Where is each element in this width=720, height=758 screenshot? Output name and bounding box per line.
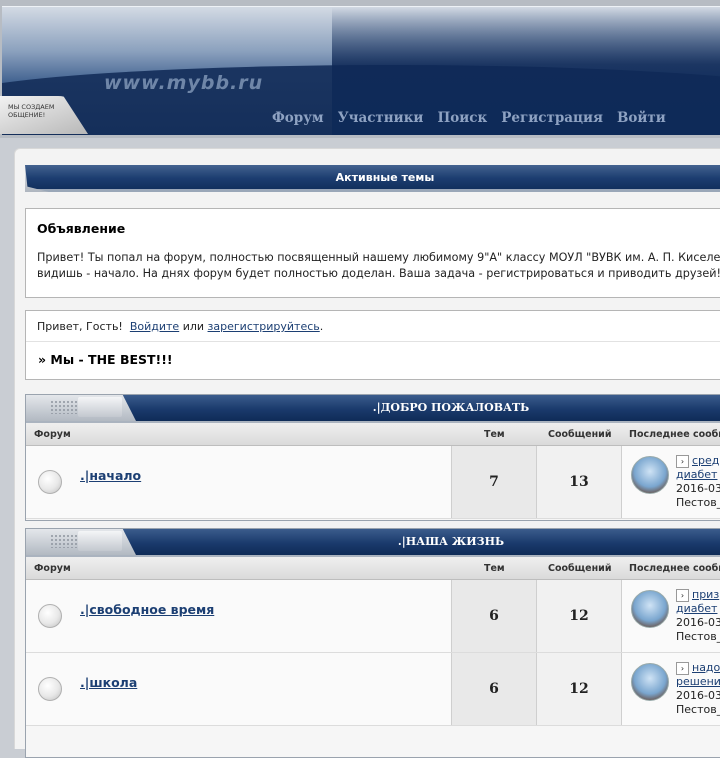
last-post-link-cont[interactable]: диабет (676, 602, 717, 615)
forum-status-icon (38, 677, 62, 701)
last-post: › сред диабет 2016-03 Пестов_ (676, 454, 720, 510)
last-post-link[interactable]: надо (692, 661, 720, 674)
bar-corner (25, 165, 49, 192)
avatar[interactable] (631, 456, 669, 494)
forum-row[interactable]: .|свободное время 6 12 › приз диабет 2016… (26, 580, 720, 653)
post-count: 12 (569, 608, 589, 624)
go-to-post-icon[interactable]: › (676, 661, 689, 675)
announcement-box: Объявление Привет! Ты попал на форум, по… (25, 208, 720, 298)
site-header: www.mybb.ru МЫ СОЗДАЕМ ОБЩЕНИЕ! Форум Уч… (0, 0, 720, 138)
col-last: Последнее сообщ (629, 429, 720, 440)
post-count: 13 (569, 474, 589, 490)
divider (621, 446, 622, 518)
greeting-suffix: . (319, 320, 324, 333)
forum-row[interactable]: .|начало 7 13 › сред диабет 2016-03 Песто… (26, 446, 720, 519)
topic-count: 7 (489, 474, 499, 490)
announcement-title: Объявление (37, 221, 126, 236)
col-last: Последнее сообщ (629, 563, 720, 574)
category-title[interactable]: .|ДОБРО ПОЖАЛОВАТЬ (26, 395, 720, 421)
motto: » Мы - THE BEST!!! (38, 352, 173, 367)
category-our-life: .|НАША ЖИЗНЬ Форум Тем Сообщений Последн… (25, 528, 720, 758)
login-link[interactable]: Войдите (130, 320, 179, 333)
avatar[interactable] (631, 590, 669, 628)
last-post-author[interactable]: Пестов_ (676, 496, 720, 510)
category-header: .|ДОБРО ПОЖАЛОВАТЬ (26, 395, 720, 423)
forum-link[interactable]: .|начало (80, 468, 141, 483)
col-posts: Сообщений (548, 429, 612, 440)
col-forum: Форум (34, 429, 71, 440)
active-topics-bar[interactable]: Активные темы (25, 165, 720, 192)
site-logo[interactable]: www.mybb.ru (104, 72, 263, 94)
active-topics-title[interactable]: Активные темы (336, 171, 435, 184)
greeting-line: Привет, Гость! Войдите или зарегистрируй… (26, 311, 720, 333)
avatar[interactable] (631, 663, 669, 701)
forum-link[interactable]: .|свободное время (80, 602, 214, 617)
nav-register[interactable]: Регистрация (501, 110, 603, 126)
nav-users[interactable]: Участники (338, 110, 424, 126)
forum-status-icon (38, 470, 62, 494)
col-forum: Форум (34, 563, 71, 574)
topic-count: 6 (489, 681, 499, 697)
category-welcome: .|ДОБРО ПОЖАЛОВАТЬ Форум Тем Сообщений П… (25, 394, 720, 521)
announcement-line-1: Привет! Ты попал на форум, полностью пос… (37, 251, 720, 264)
last-post-date: 2016-03 (676, 689, 720, 702)
last-post-link-cont[interactable]: диабет (676, 468, 717, 481)
register-link[interactable]: зарегистрируйтесь (208, 320, 320, 333)
greeting-box: Привет, Гость! Войдите или зарегистрируй… (25, 310, 720, 380)
go-to-post-icon[interactable]: › (676, 454, 689, 468)
column-headers: Форум Тем Сообщений Последнее сообщ (26, 557, 720, 580)
last-post-author[interactable]: Пестов_ (676, 703, 720, 717)
announcement-line-2: видишь - начало. На днях форум будет пол… (37, 267, 720, 280)
last-post-link[interactable]: приз (692, 588, 719, 601)
badge-text: МЫ СОЗДАЕМ ОБЩЕНИЕ! (8, 103, 55, 119)
main-nav: Форум Участники Поиск Регистрация Войти (272, 110, 666, 126)
topic-count: 6 (489, 608, 499, 624)
last-post-author[interactable]: Пестов_ (676, 630, 720, 644)
nav-search[interactable]: Поиск (437, 110, 487, 126)
col-topics: Тем (484, 429, 505, 440)
greeting-prefix: Привет, Гость! (37, 320, 123, 333)
col-posts: Сообщений (548, 563, 612, 574)
forum-link[interactable]: .|школа (80, 675, 137, 690)
post-count: 12 (569, 681, 589, 697)
go-to-post-icon[interactable]: › (676, 588, 689, 602)
main-content: Активные темы Объявление Привет! Ты попа… (14, 148, 720, 758)
last-post: › надо решени 2016-03 Пестов_ (676, 661, 720, 717)
col-topics: Тем (484, 563, 505, 574)
last-post-link-cont[interactable]: решени (676, 675, 720, 688)
category-title[interactable]: .|НАША ЖИЗНЬ (26, 529, 720, 555)
divider (621, 580, 622, 652)
last-post-date: 2016-03 (676, 482, 720, 495)
nav-login[interactable]: Войти (617, 110, 666, 126)
last-post: › приз диабет 2016-03 Пестов_ (676, 588, 720, 644)
last-post-link[interactable]: сред (692, 454, 719, 467)
forum-row[interactable]: .|школа 6 12 › надо решени 2016-03 Пестов… (26, 653, 720, 726)
greeting-or: или (182, 320, 205, 333)
divider (621, 653, 622, 725)
last-post-date: 2016-03 (676, 616, 720, 629)
announcement-text: Привет! Ты попал на форум, полностью пос… (26, 236, 720, 282)
column-headers: Форум Тем Сообщений Последнее сообщ (26, 423, 720, 446)
forum-status-icon (38, 604, 62, 628)
nav-forum[interactable]: Форум (272, 110, 324, 126)
category-header: .|НАША ЖИЗНЬ (26, 529, 720, 557)
